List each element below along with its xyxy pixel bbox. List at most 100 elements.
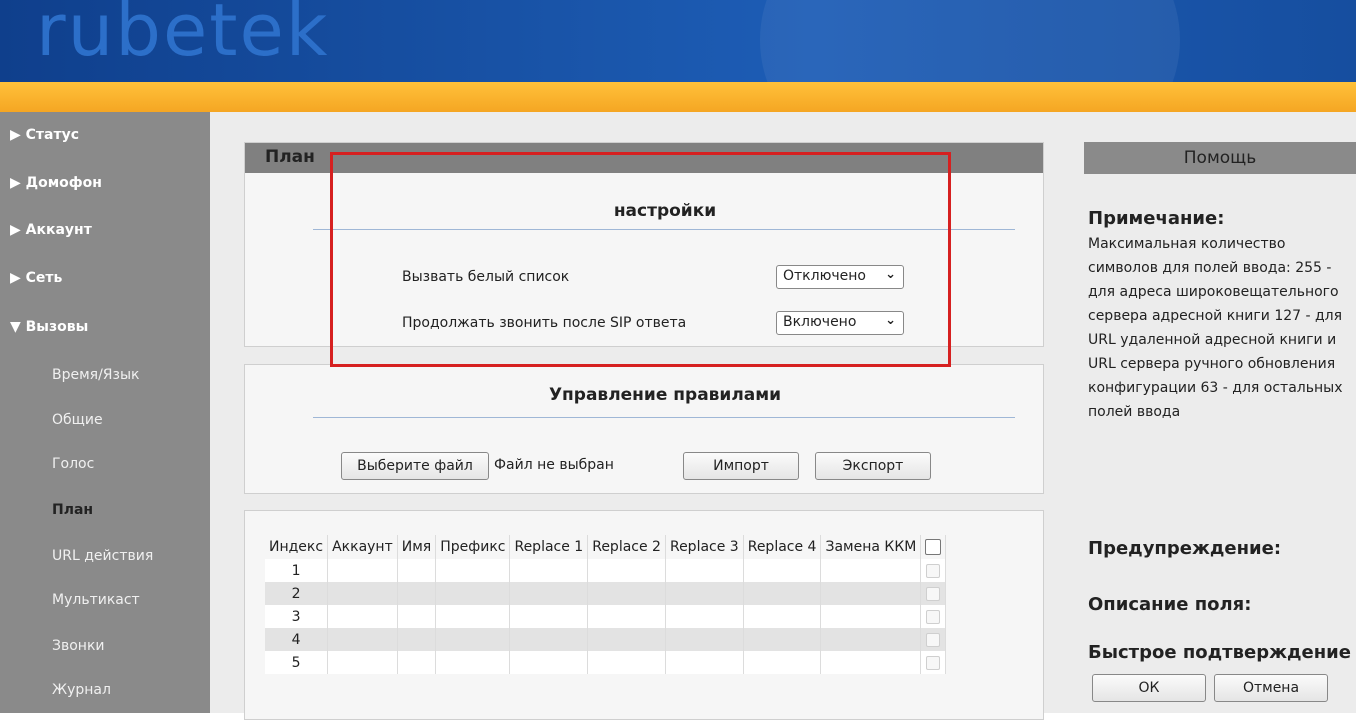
row-check-cell bbox=[920, 628, 947, 651]
col-replace-2: Replace 2 bbox=[587, 535, 666, 559]
sidebar-item-network[interactable]: ▶ Сеть bbox=[10, 270, 62, 286]
cell[interactable] bbox=[397, 605, 437, 628]
ok-button[interactable]: ОК bbox=[1092, 674, 1206, 702]
help-panel: Помощь Примечание: Максимальная количест… bbox=[1074, 112, 1356, 713]
select-all-checkbox[interactable] bbox=[925, 539, 942, 555]
cell[interactable] bbox=[327, 582, 398, 605]
cell[interactable] bbox=[435, 582, 511, 605]
sidebar-item-multicast[interactable]: Мультикаст bbox=[52, 592, 140, 608]
col-replace-1: Replace 1 bbox=[509, 535, 589, 559]
cell[interactable] bbox=[743, 582, 822, 605]
cell[interactable] bbox=[820, 651, 922, 674]
cell[interactable] bbox=[820, 582, 922, 605]
sidebar-nav: ▶ Статус ▶ Домофон ▶ Аккаунт ▶ Сеть ▼ Вы… bbox=[0, 112, 210, 713]
header-glow bbox=[760, 0, 1180, 82]
cell[interactable] bbox=[435, 559, 511, 582]
cell[interactable] bbox=[743, 605, 822, 628]
sidebar-item-plan[interactable]: План bbox=[52, 502, 93, 518]
row-checkbox[interactable] bbox=[926, 563, 941, 578]
sidebar-item-voice[interactable]: Голос bbox=[52, 456, 94, 472]
cell[interactable] bbox=[665, 651, 744, 674]
cell[interactable] bbox=[435, 651, 511, 674]
row-checkbox[interactable] bbox=[926, 586, 941, 601]
cell[interactable] bbox=[435, 628, 511, 651]
rules-panel: Управление правилами Выберите файл Файл … bbox=[244, 364, 1044, 494]
cell[interactable] bbox=[820, 628, 922, 651]
help-title: Помощь bbox=[1084, 142, 1356, 174]
no-file-label: Файл не выбран bbox=[494, 457, 614, 473]
sidebar-item-calls-log[interactable]: Звонки bbox=[52, 638, 105, 654]
sidebar-item-intercom[interactable]: ▶ Домофон bbox=[10, 175, 102, 191]
cell[interactable] bbox=[743, 628, 822, 651]
sidebar-item-action-url[interactable]: URL действия bbox=[52, 548, 153, 564]
cell[interactable] bbox=[509, 628, 589, 651]
cell[interactable] bbox=[397, 582, 437, 605]
row-index: 4 bbox=[265, 628, 329, 651]
cell[interactable] bbox=[743, 651, 822, 674]
col-name: Имя bbox=[397, 535, 437, 559]
rules-table: Индекс Аккаунт Имя Префикс Replace 1 Rep… bbox=[265, 535, 947, 674]
warning-title: Предупреждение: bbox=[1088, 538, 1282, 559]
cell[interactable] bbox=[397, 559, 437, 582]
cell[interactable] bbox=[397, 651, 437, 674]
cell[interactable] bbox=[820, 605, 922, 628]
cell[interactable] bbox=[587, 559, 666, 582]
sidebar-item-account[interactable]: ▶ Аккаунт bbox=[10, 222, 92, 238]
cell[interactable] bbox=[509, 582, 589, 605]
table-row: 4 bbox=[265, 628, 947, 651]
cell[interactable] bbox=[665, 605, 744, 628]
row-index: 2 bbox=[265, 582, 329, 605]
export-button[interactable]: Экспорт bbox=[815, 452, 931, 480]
table-row: 1 bbox=[265, 559, 947, 582]
row-checkbox[interactable] bbox=[926, 609, 941, 624]
col-select-all bbox=[920, 535, 947, 559]
cell[interactable] bbox=[587, 651, 666, 674]
cell[interactable] bbox=[327, 628, 398, 651]
sidebar-item-journal[interactable]: Журнал bbox=[52, 682, 111, 698]
sidebar-item-status[interactable]: ▶ Статус bbox=[10, 127, 79, 143]
cell[interactable] bbox=[509, 559, 589, 582]
cell[interactable] bbox=[820, 559, 922, 582]
cell[interactable] bbox=[665, 628, 744, 651]
note-text: Максимальная количество символов для пол… bbox=[1088, 236, 1343, 420]
row-index: 1 bbox=[265, 559, 329, 582]
cell[interactable] bbox=[743, 559, 822, 582]
brand-logo: rubetek bbox=[36, 0, 330, 72]
cell[interactable] bbox=[587, 605, 666, 628]
cancel-button[interactable]: Отмена bbox=[1214, 674, 1328, 702]
col-replace-4: Replace 4 bbox=[743, 535, 822, 559]
cell[interactable] bbox=[397, 628, 437, 651]
sidebar-item-calls[interactable]: ▼ Вызовы bbox=[10, 319, 88, 335]
cell[interactable] bbox=[665, 582, 744, 605]
cell[interactable] bbox=[509, 605, 589, 628]
cell[interactable] bbox=[509, 651, 589, 674]
cell[interactable] bbox=[327, 559, 398, 582]
quick-confirm-title: Быстрое подтверждение bbox=[1088, 642, 1351, 663]
sidebar-item-general[interactable]: Общие bbox=[52, 412, 103, 428]
row-check-cell bbox=[920, 651, 947, 674]
row-index: 3 bbox=[265, 605, 329, 628]
highlight-frame bbox=[330, 152, 951, 367]
choose-file-button[interactable]: Выберите файл bbox=[341, 452, 489, 480]
row-checkbox[interactable] bbox=[926, 655, 941, 670]
page-title: План bbox=[265, 147, 315, 167]
rules-title: Управление правилами bbox=[548, 385, 782, 405]
header-banner: rubetek bbox=[0, 0, 1356, 82]
col-replace-3: Replace 3 bbox=[665, 535, 744, 559]
field-description-title: Описание поля: bbox=[1088, 594, 1252, 615]
col-prefix: Префикс bbox=[435, 535, 511, 559]
col-account: Аккаунт bbox=[327, 535, 398, 559]
cell[interactable] bbox=[327, 651, 398, 674]
cell[interactable] bbox=[327, 605, 398, 628]
cell[interactable] bbox=[435, 605, 511, 628]
note-title: Примечание: bbox=[1088, 208, 1225, 229]
import-button[interactable]: Импорт bbox=[683, 452, 799, 480]
cell[interactable] bbox=[665, 559, 744, 582]
cell[interactable] bbox=[587, 628, 666, 651]
accent-bar bbox=[0, 82, 1356, 112]
row-checkbox[interactable] bbox=[926, 632, 941, 647]
sidebar-item-time-language[interactable]: Время/Язык bbox=[52, 367, 140, 383]
rules-table-panel: Индекс Аккаунт Имя Префикс Replace 1 Rep… bbox=[244, 510, 1044, 720]
row-check-cell bbox=[920, 605, 947, 628]
cell[interactable] bbox=[587, 582, 666, 605]
